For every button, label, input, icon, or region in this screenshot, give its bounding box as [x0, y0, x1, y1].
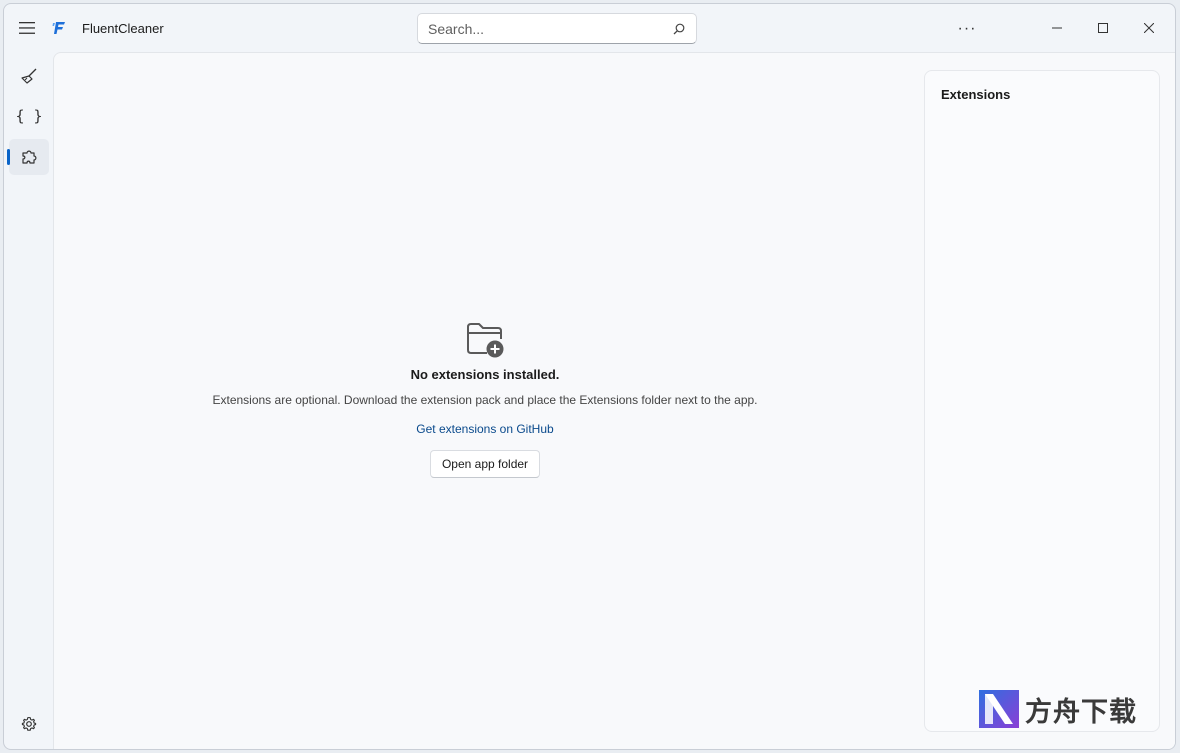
- settings-button[interactable]: [9, 706, 49, 742]
- search-icon[interactable]: [672, 22, 686, 36]
- broom-icon: [21, 68, 37, 84]
- close-icon: [1144, 23, 1154, 33]
- gear-icon: [21, 716, 37, 731]
- title-bar: FluentCleaner ···: [4, 4, 1175, 52]
- extensions-panel-title: Extensions: [941, 87, 1011, 102]
- app-window: FluentCleaner ···: [3, 3, 1176, 750]
- watermark-text: 方舟下载: [1025, 696, 1137, 728]
- more-options-button[interactable]: ···: [950, 16, 984, 42]
- maximize-button[interactable]: [1080, 4, 1126, 52]
- content-area: No extensions installed. Extensions are …: [53, 52, 1175, 749]
- maximize-icon: [1098, 23, 1108, 33]
- hamburger-icon: [19, 22, 35, 34]
- minimize-button[interactable]: [1034, 4, 1080, 52]
- nav-item-cleaner[interactable]: [9, 58, 49, 94]
- folder-add-icon: [467, 323, 504, 358]
- nav-item-scripts[interactable]: { }: [9, 98, 49, 134]
- nav-selection-indicator: [7, 149, 10, 165]
- github-extensions-link[interactable]: Get extensions on GitHub: [416, 422, 553, 436]
- puzzle-icon: [22, 150, 37, 164]
- app-title: FluentCleaner: [82, 21, 164, 36]
- watermark: 方舟下载: [979, 688, 1159, 730]
- nav-item-extensions[interactable]: [9, 139, 49, 175]
- search-input[interactable]: [428, 20, 672, 37]
- empty-state: No extensions installed. Extensions are …: [54, 319, 916, 478]
- empty-state-description: Extensions are optional. Download the ex…: [212, 393, 758, 407]
- hamburger-menu-button[interactable]: [13, 14, 41, 42]
- more-icon: ···: [957, 20, 977, 37]
- app-logo-icon: [52, 22, 65, 34]
- empty-state-title: No extensions installed.: [410, 367, 560, 382]
- minimize-icon: [1052, 27, 1062, 29]
- watermark-logo-icon: [979, 690, 1019, 728]
- extensions-panel: Extensions: [924, 70, 1160, 732]
- search-box[interactable]: [417, 13, 697, 44]
- close-button[interactable]: [1126, 4, 1172, 52]
- braces-icon: { }: [15, 107, 43, 125]
- open-app-folder-button[interactable]: Open app folder: [429, 450, 541, 478]
